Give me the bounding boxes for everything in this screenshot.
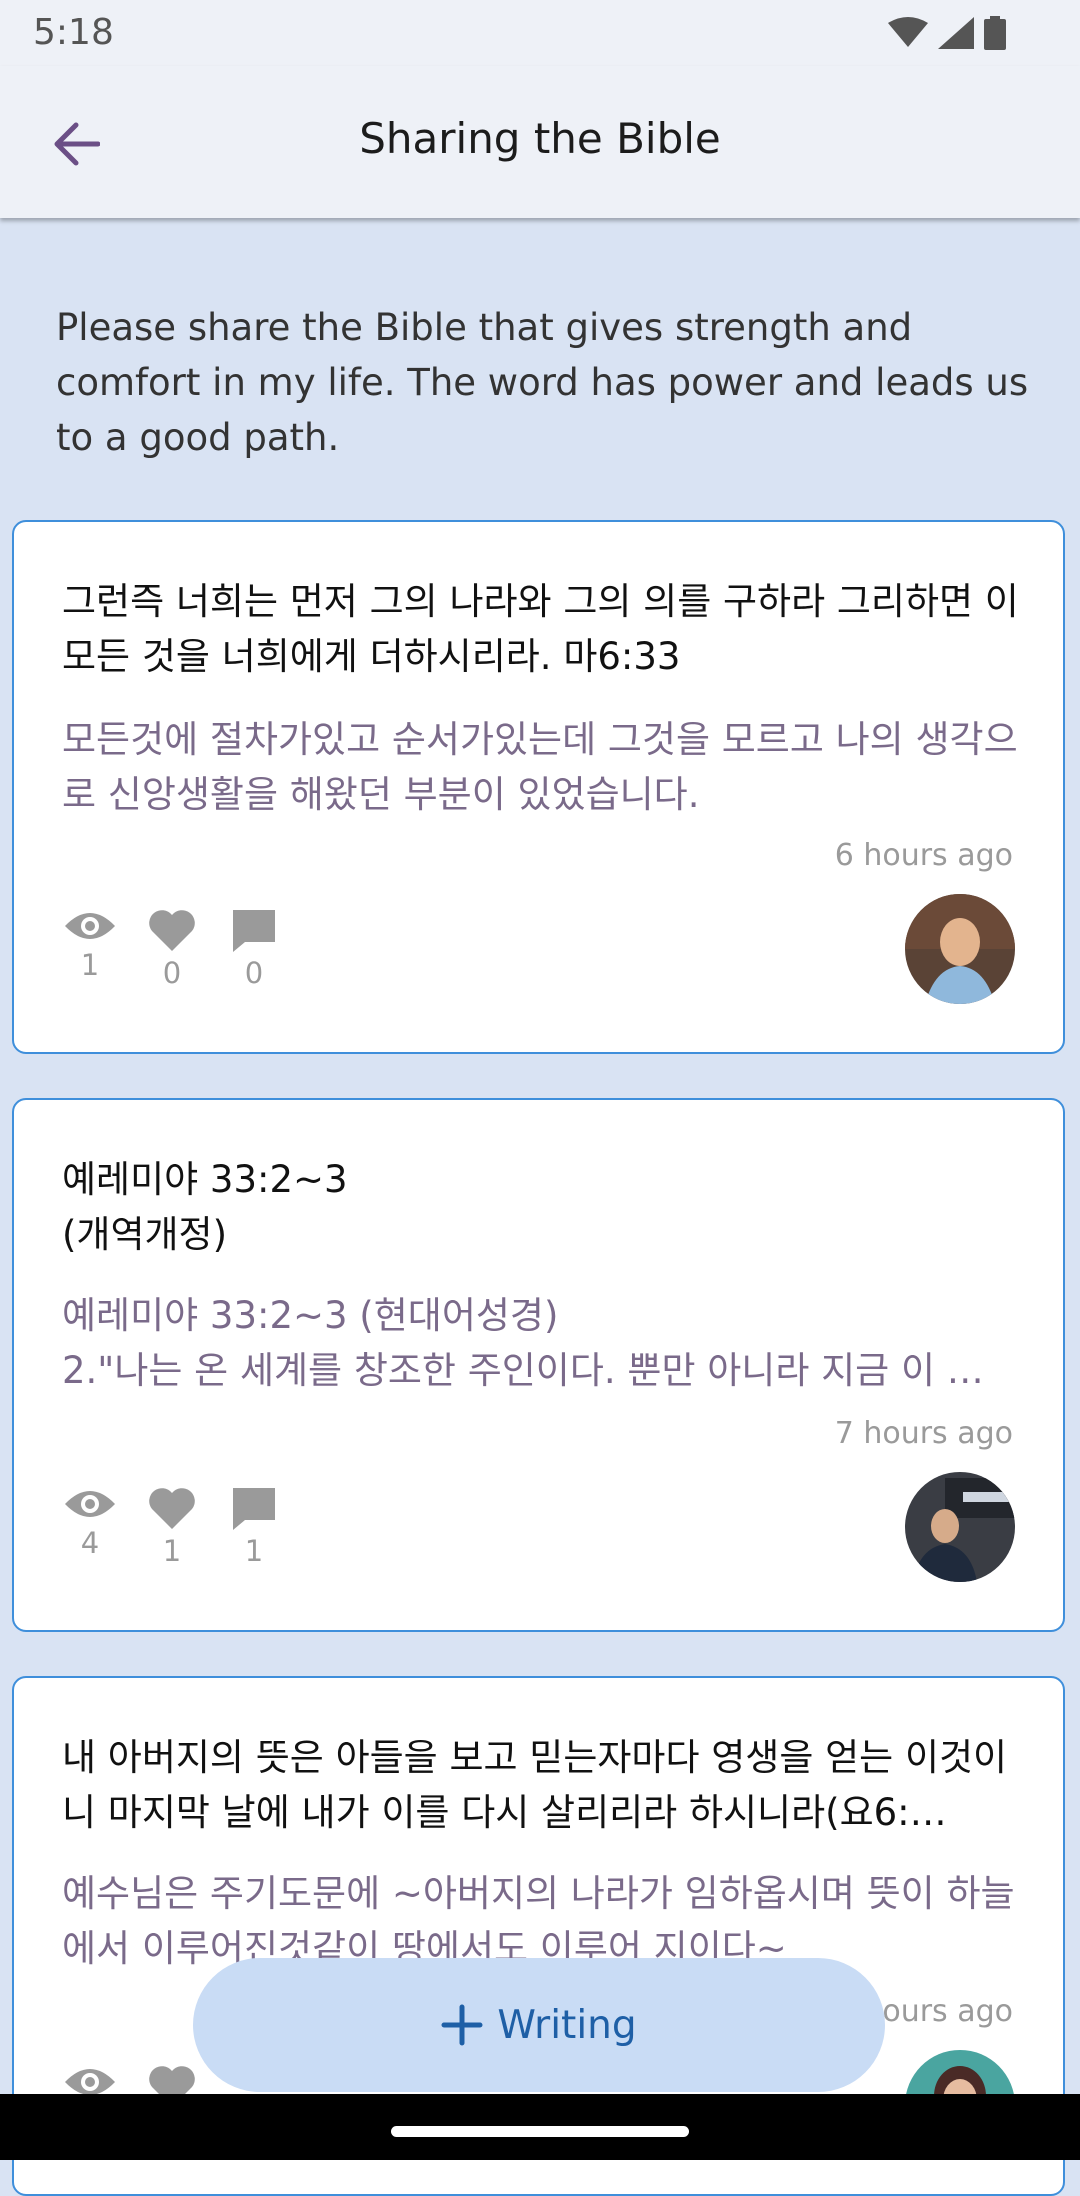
post-excerpt: 예레미야 33:2~3 (현대어성경) 2."나는 온 세계를 창조한 주인이다… <box>62 1294 984 1392</box>
heart-icon <box>149 910 195 951</box>
post-time: 6 hours ago <box>834 838 1013 873</box>
likes-count: 0 <box>162 956 182 990</box>
page-title: Sharing the Bible <box>359 114 721 163</box>
comments-count: 1 <box>244 1534 264 1568</box>
post-time: hours ago <box>863 1994 1013 2029</box>
writing-button[interactable]: Writing <box>193 1958 885 2092</box>
comment-icon <box>233 910 275 952</box>
status-icons <box>888 16 1006 50</box>
post-card[interactable]: 그런즉 너희는 먼저 그의 나라와 그의 의를 구하라 그리하면 이 모든 것을… <box>12 520 1065 1054</box>
status-bar: 5:18 <box>0 0 1080 66</box>
post-excerpt: 모든것에 절차가있고 순서가있는데 그것을 모르고 나의 생각으로 신앙생활을 … <box>62 718 1018 816</box>
likes-count: 1 <box>162 1534 182 1568</box>
eye-icon <box>65 1491 115 1517</box>
battery-icon <box>984 16 1006 50</box>
views-stat: 4 <box>60 1486 120 1560</box>
signal-icon <box>938 17 974 49</box>
comments-stat: 1 <box>224 1486 284 1568</box>
writing-button-label: Writing <box>497 2002 637 2048</box>
home-indicator[interactable] <box>391 2126 689 2137</box>
intro-text: Please share the Bible that gives streng… <box>56 306 1029 459</box>
comments-count: 0 <box>244 956 264 990</box>
post-title: 예레미야 33:2~3 (개역개정) <box>62 1158 348 1256</box>
comment-icon <box>233 1488 275 1530</box>
likes-stat: 0 <box>142 908 202 990</box>
views-stat: 1 <box>60 908 120 982</box>
app-bar: Sharing the Bible <box>0 66 1080 218</box>
status-time: 5:18 <box>33 12 114 53</box>
post-title: 그런즉 너희는 먼저 그의 나라와 그의 의를 구하라 그리하면 이 모든 것을… <box>62 580 1019 678</box>
author-avatar[interactable] <box>905 1472 1015 1582</box>
views-count: 1 <box>80 948 100 982</box>
heart-icon <box>149 1488 195 1529</box>
plus-icon <box>441 2004 483 2046</box>
likes-stat: 1 <box>142 1486 202 1568</box>
views-count: 4 <box>80 1526 100 1560</box>
wifi-icon <box>888 17 928 47</box>
post-card[interactable]: 예레미야 33:2~3 (개역개정) 예레미야 33:2~3 (현대어성경) 2… <box>12 1098 1065 1632</box>
eye-icon <box>65 913 115 939</box>
post-title: 내 아버지의 뜻은 아들을 보고 믿는자마다 영생을 얻는 이것이니 마지막 날… <box>62 1736 1008 1834</box>
author-avatar[interactable] <box>905 894 1015 1004</box>
post-time: 7 hours ago <box>834 1416 1013 1451</box>
comments-stat: 0 <box>224 908 284 990</box>
